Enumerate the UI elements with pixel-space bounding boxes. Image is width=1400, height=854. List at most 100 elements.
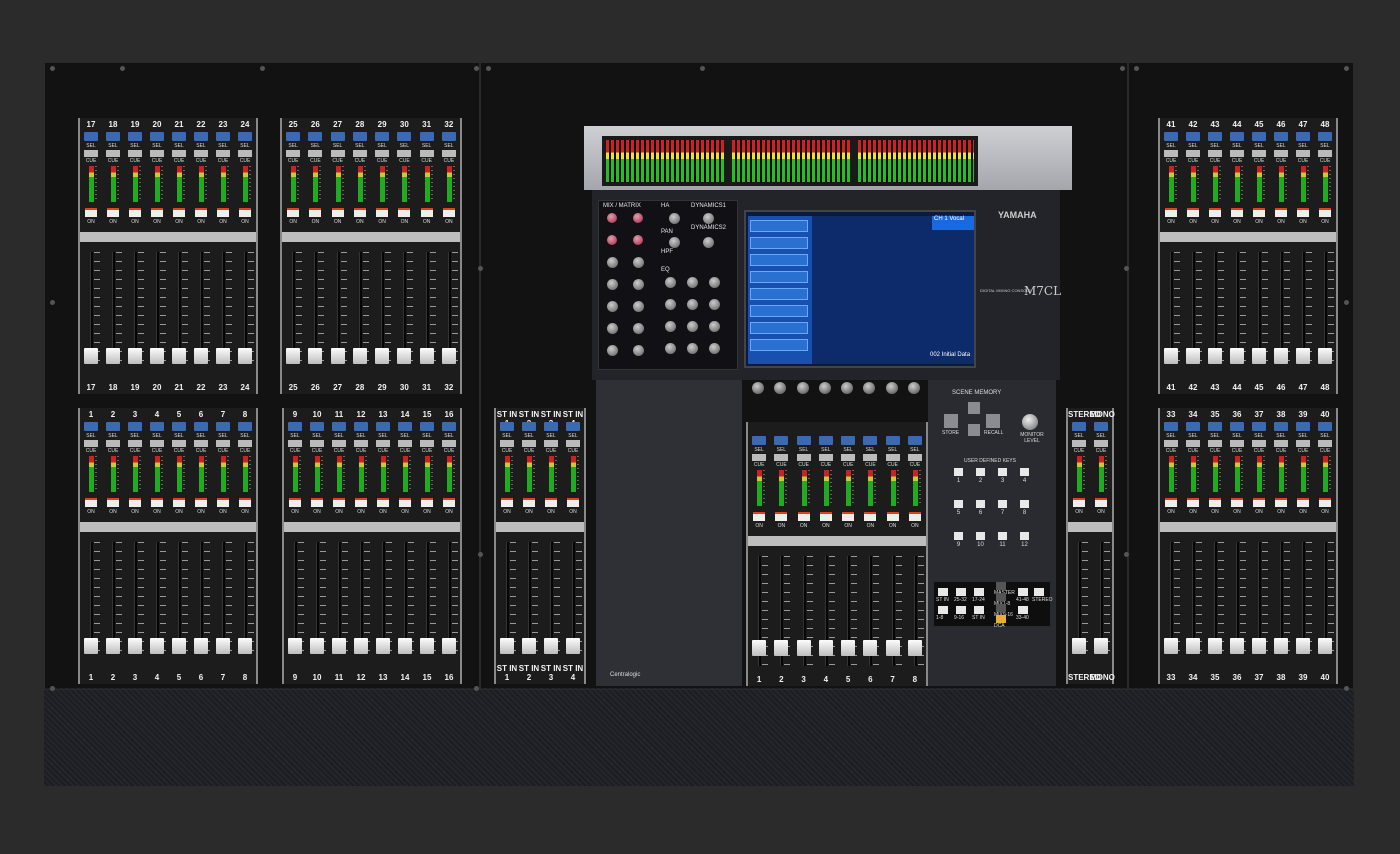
cue-button[interactable] xyxy=(907,454,922,461)
sel-button[interactable] xyxy=(774,436,789,445)
cue-button[interactable] xyxy=(1208,150,1222,157)
fader-cap[interactable] xyxy=(1164,348,1178,364)
fader-cap[interactable] xyxy=(1252,638,1266,654)
cue-button[interactable] xyxy=(375,150,389,157)
fader-cap[interactable] xyxy=(796,640,811,656)
fader-cap[interactable] xyxy=(442,638,456,654)
on-button[interactable] xyxy=(443,498,455,507)
cue-button[interactable] xyxy=(172,150,186,157)
sel-button[interactable] xyxy=(1164,422,1178,431)
cue-button[interactable] xyxy=(522,440,536,447)
sel-button[interactable] xyxy=(1252,422,1266,431)
on-button[interactable] xyxy=(331,208,344,217)
cue-button[interactable] xyxy=(216,440,230,447)
eq-knob[interactable] xyxy=(665,299,676,310)
fader-cap[interactable] xyxy=(194,348,208,364)
cue-button[interactable] xyxy=(1072,440,1086,447)
on-button[interactable] xyxy=(1073,498,1085,507)
fader-cap[interactable] xyxy=(1208,348,1222,364)
sel-button[interactable] xyxy=(907,436,922,445)
on-button[interactable] xyxy=(908,512,921,521)
fader-cap[interactable] xyxy=(1252,348,1266,364)
on-button[interactable] xyxy=(545,498,557,507)
cue-button[interactable] xyxy=(818,454,833,461)
on-button[interactable] xyxy=(1231,208,1243,217)
sel-button[interactable] xyxy=(376,422,390,431)
on-button[interactable] xyxy=(129,498,141,507)
on-button[interactable] xyxy=(239,208,251,217)
sel-button[interactable] xyxy=(84,132,98,141)
eq-knob[interactable] xyxy=(665,321,676,332)
screen-channel-row[interactable] xyxy=(750,305,808,317)
on-button[interactable] xyxy=(217,498,229,507)
store-button[interactable] xyxy=(944,414,958,428)
user-defined-key-3[interactable] xyxy=(998,468,1007,476)
cue-button[interactable] xyxy=(84,440,98,447)
user-defined-key-9[interactable] xyxy=(954,532,963,540)
sel-button[interactable] xyxy=(106,132,120,141)
on-button[interactable] xyxy=(1165,498,1177,507)
cue-button[interactable] xyxy=(194,440,208,447)
sel-button[interactable] xyxy=(1208,132,1222,141)
cue-button[interactable] xyxy=(1164,150,1178,157)
layer-key[interactable] xyxy=(956,588,966,596)
encoder-knob[interactable] xyxy=(841,382,853,394)
fader-cap[interactable] xyxy=(885,640,900,656)
cue-button[interactable] xyxy=(150,440,164,447)
cue-button[interactable] xyxy=(354,440,368,447)
screen-channel-row[interactable] xyxy=(750,322,808,334)
sel-button[interactable] xyxy=(1252,132,1266,141)
sel-button[interactable] xyxy=(1296,422,1310,431)
on-button[interactable] xyxy=(107,208,119,217)
fader-cap[interactable] xyxy=(544,638,558,654)
cue-button[interactable] xyxy=(863,454,878,461)
cue-button[interactable] xyxy=(1208,440,1222,447)
sel-button[interactable] xyxy=(216,422,230,431)
dynamics1-knob[interactable] xyxy=(703,213,714,224)
cue-button[interactable] xyxy=(310,440,324,447)
on-button[interactable] xyxy=(377,498,389,507)
dynamics2-knob[interactable] xyxy=(669,237,680,248)
sel-button[interactable] xyxy=(308,132,323,141)
on-button[interactable] xyxy=(501,498,513,507)
fader-cap[interactable] xyxy=(106,638,120,654)
mix-send-knob[interactable] xyxy=(633,213,643,223)
monitor-level-knob[interactable] xyxy=(1022,414,1038,430)
on-button[interactable] xyxy=(1187,498,1199,507)
mix-send-knob[interactable] xyxy=(607,345,618,356)
cue-button[interactable] xyxy=(1094,440,1108,447)
on-button[interactable] xyxy=(1095,498,1107,507)
cue-button[interactable] xyxy=(397,150,412,157)
cue-button[interactable] xyxy=(752,454,766,461)
cue-button[interactable] xyxy=(352,150,367,157)
on-button[interactable] xyxy=(376,208,388,217)
sel-button[interactable] xyxy=(1230,422,1244,431)
user-defined-key-5[interactable] xyxy=(954,500,963,508)
fader-cap[interactable] xyxy=(1208,638,1222,654)
fader-cap[interactable] xyxy=(172,348,186,364)
cue-button[interactable] xyxy=(398,440,412,447)
on-button[interactable] xyxy=(1187,208,1199,217)
on-button[interactable] xyxy=(129,208,141,217)
cue-button[interactable] xyxy=(544,440,558,447)
mix-send-knob[interactable] xyxy=(607,279,618,290)
cue-button[interactable] xyxy=(796,454,811,461)
user-defined-key-2[interactable] xyxy=(976,468,985,476)
layer-key[interactable] xyxy=(1018,588,1028,596)
user-defined-key-12[interactable] xyxy=(1020,532,1029,540)
touch-screen[interactable]: CH 1 Vocal 002 Initial Data xyxy=(744,210,976,368)
on-button[interactable] xyxy=(1275,208,1287,217)
cue-button[interactable] xyxy=(1230,440,1244,447)
on-button[interactable] xyxy=(151,208,163,217)
sel-button[interactable] xyxy=(1274,422,1288,431)
fader-cap[interactable] xyxy=(1318,638,1332,654)
on-button[interactable] xyxy=(333,498,345,507)
sel-button[interactable] xyxy=(420,422,434,431)
fader-cap[interactable] xyxy=(128,348,142,364)
fader-cap[interactable] xyxy=(1318,348,1332,364)
bank-key[interactable] xyxy=(996,615,1006,623)
fader-cap[interactable] xyxy=(310,638,324,654)
fader-cap[interactable] xyxy=(1186,638,1200,654)
sel-button[interactable] xyxy=(150,422,164,431)
on-button[interactable] xyxy=(1253,498,1265,507)
